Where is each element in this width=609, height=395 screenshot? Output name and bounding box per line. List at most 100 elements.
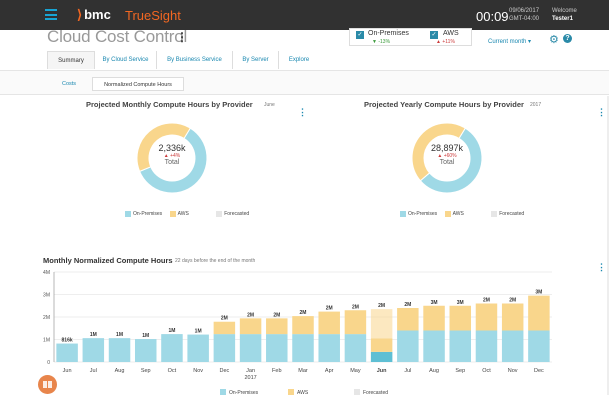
bar-total-label: 2M bbox=[378, 303, 385, 309]
bar-segment-aws[interactable] bbox=[423, 305, 445, 331]
legend-aws[interactable]: AWS bbox=[444, 211, 464, 217]
help-icon[interactable]: ? bbox=[563, 34, 572, 43]
legend-label[interactable]: Forecasted bbox=[363, 390, 388, 395]
monthly-donut-center: 2,336k ▲ +4% Total bbox=[130, 143, 214, 166]
date-display: 09/06/2017 GMT-04:00 bbox=[509, 8, 540, 22]
x-tick-label: May bbox=[350, 368, 361, 374]
y-tick-label: 3M bbox=[43, 293, 50, 299]
monthly-donut-subtitle: June bbox=[264, 102, 275, 108]
bar-total-label: 2M bbox=[221, 316, 228, 322]
bar-segment-aws[interactable] bbox=[449, 305, 472, 331]
gear-icon[interactable]: ⚙ bbox=[549, 33, 559, 46]
yearly-donut-subtitle: 2017 bbox=[530, 102, 542, 108]
x-tick-label: Mar bbox=[298, 368, 308, 374]
aws-change: ▲ +11% bbox=[436, 39, 455, 45]
y-tick-label: 1M bbox=[43, 338, 50, 344]
user-menu[interactable]: Welcome Tester1 bbox=[552, 7, 577, 23]
bar-segment-on-premises[interactable] bbox=[134, 339, 157, 362]
period-dropdown[interactable]: Current month ▾ bbox=[488, 38, 531, 45]
bar-segment-on-premises[interactable] bbox=[449, 330, 472, 363]
bar-segment-aws[interactable] bbox=[239, 318, 262, 335]
bar-segment-aws[interactable] bbox=[475, 303, 498, 331]
bmc-logo: ⟩ bmc bbox=[77, 7, 111, 22]
bar-segment-on-premises[interactable] bbox=[213, 334, 236, 362]
bar-total-label: 2M bbox=[404, 302, 411, 308]
bar-chart-menu-icon[interactable]: ⋮ bbox=[597, 262, 606, 273]
bar-segment-aws[interactable] bbox=[266, 318, 288, 335]
bar-total-label: 1M bbox=[168, 328, 175, 334]
x-tick-label: Jun bbox=[63, 368, 72, 374]
monthly-total-label: Total bbox=[164, 159, 180, 166]
bar-segment-aws[interactable] bbox=[213, 321, 236, 335]
tab-by-server[interactable]: By Server bbox=[233, 51, 279, 69]
legend-swatch[interactable] bbox=[288, 389, 294, 395]
bar-segment-on-premises[interactable] bbox=[108, 338, 131, 362]
page-title: Cloud Cost Control bbox=[47, 27, 188, 46]
bar-chart-subtitle: 22 days before the end of the month bbox=[175, 258, 256, 264]
yearly-donut-center: 28,897k ▲ +60% Total bbox=[405, 143, 489, 166]
bar-segment-on-premises[interactable] bbox=[370, 351, 393, 362]
y-tick-label: 2M bbox=[43, 315, 50, 321]
bar-segment-aws[interactable] bbox=[292, 316, 314, 335]
legend-forecast[interactable]: Forecasted bbox=[491, 211, 524, 217]
tab-summary[interactable]: Summary bbox=[47, 51, 95, 69]
bar-segment-aws[interactable] bbox=[370, 338, 393, 352]
bar-segment-on-premises[interactable] bbox=[266, 334, 288, 362]
hamburger-menu-icon[interactable] bbox=[45, 9, 57, 20]
bar-segment-aws[interactable] bbox=[397, 308, 419, 331]
tab-by-cloud-service[interactable]: By Cloud Service bbox=[95, 51, 157, 69]
legend-swatch[interactable] bbox=[354, 389, 360, 395]
bar-total-label: 3M bbox=[535, 290, 542, 296]
tab-explore[interactable]: Explore bbox=[279, 51, 319, 69]
legend-onprem[interactable]: On-Premises bbox=[400, 211, 437, 217]
x-tick-label: Apr bbox=[325, 368, 334, 374]
bar-total-label: 1M bbox=[195, 329, 202, 335]
catalog-button[interactable] bbox=[38, 375, 57, 394]
page-menu-icon[interactable]: ⋮ bbox=[176, 30, 188, 44]
onprem-checkbox[interactable]: ✓ bbox=[356, 31, 364, 39]
bar-segment-on-premises[interactable] bbox=[292, 334, 314, 362]
legend-label[interactable]: AWS bbox=[297, 390, 309, 395]
bar-total-label: 1M bbox=[116, 332, 123, 338]
bar-segment-on-premises[interactable] bbox=[475, 330, 498, 363]
bar-segment-on-premises[interactable] bbox=[397, 330, 419, 363]
yearly-total-value: 28,897k bbox=[430, 143, 464, 153]
legend-onprem[interactable]: On-Premises bbox=[125, 211, 162, 217]
onprem-filter-label: On-Premises bbox=[368, 30, 409, 37]
monthly-donut-title: Projected Monthly Compute Hours by Provi… bbox=[86, 100, 253, 109]
bar-segment-aws[interactable] bbox=[344, 310, 367, 335]
yearly-donut-menu-icon[interactable]: ⋮ bbox=[597, 107, 606, 118]
legend-label[interactable]: On-Premises bbox=[229, 390, 259, 395]
legend-aws[interactable]: AWS bbox=[169, 211, 189, 217]
bar-total-label: 2M bbox=[509, 298, 516, 304]
bar-segment-aws[interactable] bbox=[528, 295, 550, 331]
bar-segment-aws[interactable] bbox=[318, 311, 340, 335]
tab-by-business-service[interactable]: By Business Service bbox=[157, 51, 233, 69]
bar-segment-on-premises[interactable] bbox=[82, 338, 105, 362]
bar-segment-on-premises[interactable] bbox=[344, 334, 367, 362]
subtab-normalized-compute-hours[interactable]: Normalized Compute Hours bbox=[92, 77, 184, 91]
bar-segment-on-premises[interactable] bbox=[239, 334, 262, 362]
bar-segment-on-premises[interactable] bbox=[161, 334, 183, 362]
bar-chart-title: Monthly Normalized Compute Hours bbox=[43, 256, 173, 265]
x-tick-label: Oct bbox=[168, 368, 177, 374]
bar-segment-on-premises[interactable] bbox=[318, 334, 340, 362]
aws-checkbox[interactable]: ✓ bbox=[430, 31, 438, 39]
bar-segment-on-premises[interactable] bbox=[501, 330, 524, 363]
x-tick-label: Jul bbox=[90, 368, 97, 374]
bar-segment-forecasted[interactable] bbox=[370, 309, 393, 339]
bar-segment-on-premises[interactable] bbox=[187, 334, 209, 362]
bar-total-label: 3M bbox=[431, 300, 438, 306]
bar-segment-on-premises[interactable] bbox=[56, 343, 78, 362]
legend-forecast[interactable]: Forecasted bbox=[216, 211, 249, 217]
bar-total-label: 1M bbox=[90, 332, 97, 338]
legend-swatch[interactable] bbox=[220, 389, 226, 395]
bar-segment-on-premises[interactable] bbox=[423, 330, 445, 363]
subtab-costs[interactable]: Costs bbox=[57, 77, 81, 91]
bar-segment-aws[interactable] bbox=[501, 303, 524, 331]
bar-segment-on-premises[interactable] bbox=[528, 330, 550, 363]
monthly-donut-menu-icon[interactable]: ⋮ bbox=[298, 107, 307, 118]
monthly-legend: On-Premises AWS Forecasted bbox=[125, 211, 249, 217]
x-tick-label: Sep bbox=[141, 368, 151, 374]
bar-total-label: 2M bbox=[326, 306, 333, 312]
